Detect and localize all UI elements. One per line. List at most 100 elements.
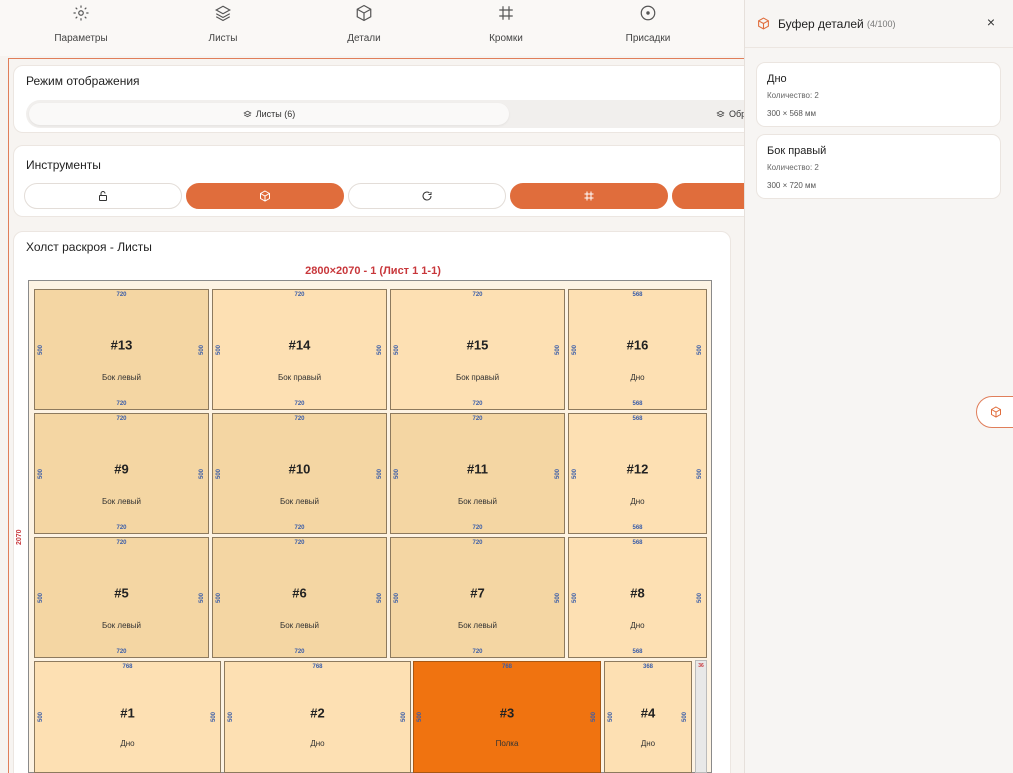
part-name: Дно	[310, 739, 325, 748]
part-width-top: 720	[472, 540, 483, 546]
part-width-bottom: 720	[472, 401, 483, 407]
sheet-part[interactable]: 768 #3 Полка 500 500	[413, 661, 601, 773]
box-icon	[758, 17, 769, 30]
buffer-toggle-button[interactable]	[976, 396, 1013, 428]
part-number: #7	[470, 585, 485, 601]
part-name: Бок левый	[279, 621, 319, 631]
buffer-item[interactable]: Бок правый Количество: 2 300 × 720 мм	[756, 134, 1001, 199]
unlock-tool-button[interactable]	[24, 183, 182, 209]
part-height-left: 500	[216, 592, 223, 603]
sheet-part[interactable]: 720 #15 Бок правый 720 500 500	[390, 289, 565, 410]
part-name: Бок левый	[457, 621, 497, 631]
part-height-right: 500	[554, 592, 561, 603]
sheet-part[interactable]: 768 #1 Дно 500 500	[34, 661, 221, 773]
part-height-right: 500	[696, 592, 703, 603]
part-height-right: 500	[554, 344, 561, 355]
part-height-left: 500	[608, 711, 615, 723]
part-width-bottom: 720	[294, 649, 305, 655]
part-height-left: 500	[572, 468, 579, 479]
gear-icon	[73, 5, 89, 21]
part-name: Бок левый	[101, 497, 141, 507]
sheet-part[interactable]: 568 #8 Дно 568 500 500	[568, 537, 707, 658]
part-height-right: 500	[376, 468, 383, 479]
part-number: #6	[292, 585, 307, 601]
tools-title: Инструменты	[26, 158, 101, 172]
sheet-part[interactable]: 720 #7 Бок левый 720 500 500	[390, 537, 565, 658]
part-height-left: 500	[38, 344, 45, 355]
part-width-top: 720	[294, 292, 305, 298]
box-icon	[260, 190, 270, 202]
sheet-part[interactable]: 720 #9 Бок левый 720 500 500	[34, 413, 209, 534]
box-tool-button[interactable]	[186, 183, 344, 209]
part-height-left: 500	[38, 711, 45, 723]
mode-sheets-option[interactable]: Листы (6)	[29, 103, 509, 125]
part-name: Бок левый	[279, 497, 319, 507]
sheet-part[interactable]: 720 #13 Бок левый 720 500 500	[34, 289, 209, 410]
buffer-count: (4/100)	[867, 19, 896, 29]
edge-tool-button[interactable]	[510, 183, 668, 209]
nav-parameters[interactable]: Параметры	[31, 4, 131, 44]
buffer-item-size: 300 × 568 мм	[767, 109, 817, 118]
nav-sheets[interactable]: Листы	[173, 4, 273, 44]
part-width-bottom: 720	[294, 401, 305, 407]
part-name: Дно	[630, 373, 645, 383]
sheet-part[interactable]: 720 #5 Бок левый 720 500 500	[34, 537, 209, 658]
nav-drilling[interactable]: Присадки	[598, 4, 698, 44]
part-width-bottom: 720	[116, 649, 127, 655]
part-width-bottom: 568	[632, 401, 643, 407]
part-number: #15	[466, 337, 489, 353]
buffer-item[interactable]: Дно Количество: 2 300 × 568 мм	[756, 62, 1001, 127]
part-height-right: 500	[198, 592, 205, 603]
box-icon	[991, 406, 1001, 418]
display-mode-title: Режим отображения	[26, 74, 140, 88]
part-name: Дно	[120, 739, 135, 748]
sheet-part[interactable]: 568 #16 Дно 568 500 500	[568, 289, 707, 410]
sheet-part[interactable]: 720 #10 Бок левый 720 500 500	[212, 413, 387, 534]
sheet-part[interactable]: 720 #11 Бок левый 720 500 500	[390, 413, 565, 534]
part-width-bottom: 720	[472, 649, 483, 655]
target-icon	[640, 5, 656, 21]
part-width-top: 720	[294, 416, 305, 422]
nav-details[interactable]: Детали	[314, 4, 414, 44]
part-name: Дно	[630, 621, 645, 631]
part-width-top: 568	[632, 292, 643, 298]
part-width-top: 720	[294, 540, 305, 546]
part-number: #13	[110, 337, 133, 353]
rotate-tool-button[interactable]	[348, 183, 506, 209]
part-height-left: 500	[572, 344, 579, 355]
unlock-icon	[99, 191, 107, 201]
buffer-item-name: Бок правый	[767, 145, 827, 157]
close-buffer-button[interactable]: ×	[983, 14, 999, 30]
part-width-bottom: 720	[472, 525, 483, 531]
sheet-part[interactable]: 568 #12 Дно 568 500 500	[568, 413, 707, 534]
part-width-top: 720	[472, 416, 483, 422]
buffer-item-qty: Количество: 2	[767, 163, 819, 172]
part-name: Бок левый	[101, 621, 141, 631]
part-number: #2	[310, 705, 325, 721]
layers-icon	[243, 110, 252, 117]
part-number: #14	[288, 337, 311, 353]
sheet-part[interactable]: 720 #14 Бок правый 720 500 500	[212, 289, 387, 410]
sheet-part[interactable]: 368 #4 Дно 500 500	[604, 661, 692, 773]
nav-label: Листы	[208, 33, 238, 44]
part-name: Полка	[495, 739, 519, 748]
nav-edges[interactable]: Кромки	[456, 4, 556, 44]
part-width-top: 768	[312, 664, 323, 670]
sheet-part[interactable]: 720 #6 Бок левый 720 500 500	[212, 537, 387, 658]
waste-strip: 36	[695, 660, 707, 773]
part-name: Дно	[640, 739, 656, 748]
nav-label: Детали	[347, 33, 381, 44]
part-height-right: 500	[554, 468, 561, 479]
buffer-item-size: 300 × 720 мм	[767, 181, 817, 190]
part-number: #8	[630, 585, 645, 601]
part-height-left: 500	[228, 711, 235, 723]
hash-icon	[499, 6, 513, 20]
sheet-part[interactable]: 768 #2 Дно 500 500	[224, 661, 411, 773]
part-number: #1	[120, 705, 135, 721]
hash-icon	[584, 191, 594, 201]
part-height-left: 500	[38, 468, 45, 479]
part-width-top: 720	[472, 292, 483, 298]
layers-icon	[716, 110, 725, 117]
part-name: Бок правый	[455, 373, 500, 383]
nav-label: Присадки	[625, 33, 671, 44]
